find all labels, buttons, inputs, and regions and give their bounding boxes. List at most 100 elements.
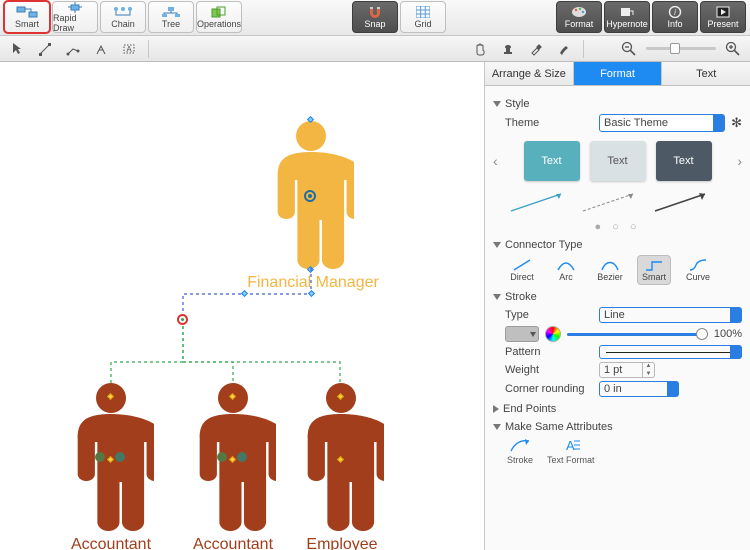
grid-icon	[416, 5, 430, 19]
mode-present-label: Present	[707, 19, 738, 29]
tab-format[interactable]: Format	[574, 62, 663, 85]
swatch-prev[interactable]: ‹	[493, 153, 498, 169]
connector-tool[interactable]	[62, 39, 84, 59]
mode-hypernote-label: Hypernote	[606, 19, 648, 29]
mode-rapid-draw[interactable]: Rapid Draw	[52, 1, 98, 33]
section-connector-type[interactable]: Connector Type	[493, 239, 742, 251]
theme-swatch-3[interactable]: Text	[656, 141, 712, 181]
brush-tool[interactable]	[553, 39, 575, 59]
tab-text[interactable]: Text	[662, 62, 750, 85]
mode-present[interactable]: Present	[700, 1, 746, 33]
stroke-weight-field[interactable]: 1 pt▲▼	[599, 362, 655, 378]
arrow-style-1[interactable]	[509, 191, 567, 213]
shape-employee[interactable]	[298, 382, 384, 532]
mode-chain[interactable]: Chain	[100, 1, 146, 33]
stroke-type-select[interactable]: Line	[599, 307, 742, 323]
mode-info[interactable]: i Info	[652, 1, 698, 33]
shape-accountant-1[interactable]	[68, 382, 154, 532]
zoom-out-button[interactable]	[618, 39, 640, 59]
present-icon	[716, 5, 730, 19]
zoom-slider[interactable]	[646, 47, 716, 50]
svg-text:A: A	[126, 45, 132, 54]
color-picker-icon[interactable]	[545, 326, 561, 342]
palette-icon	[571, 5, 587, 19]
label-employee: Employee	[292, 536, 392, 550]
drawing-canvas[interactable]: Financial Manager Accountant	[0, 62, 484, 550]
mode-toolbar: Smart Rapid Draw Chain Tree Operations S…	[0, 0, 750, 36]
mode-cluster-right: Format Hypernote i Info Present	[556, 1, 746, 33]
connector-curve[interactable]: Curve	[681, 255, 715, 285]
mode-cluster-center: Snap Grid	[352, 1, 446, 33]
shape-accountant-2[interactable]	[190, 382, 276, 532]
tree-icon	[160, 5, 182, 19]
mode-snap-label: Snap	[364, 19, 385, 29]
label-accountant-1: Accountant	[56, 536, 166, 550]
section-stroke[interactable]: Stroke	[493, 291, 742, 303]
mode-format[interactable]: Format	[556, 1, 602, 33]
section-end-points[interactable]: End Points	[493, 403, 742, 415]
hand-tool[interactable]	[469, 39, 491, 59]
theme-swatch-1[interactable]: Text	[524, 141, 580, 181]
mode-snap[interactable]: Snap	[352, 1, 398, 33]
theme-swatch-2[interactable]: Text	[590, 141, 646, 181]
section-make-same[interactable]: Make Same Attributes	[493, 421, 742, 433]
mode-tree[interactable]: Tree	[148, 1, 194, 33]
mode-tree-label: Tree	[162, 19, 180, 29]
magnet-icon	[367, 5, 383, 19]
mode-ops-label: Operations	[197, 19, 241, 29]
theme-label: Theme	[505, 117, 593, 129]
stroke-opacity-value: 100%	[714, 328, 742, 340]
pointer-tool[interactable]	[6, 39, 28, 59]
rounding-label: Corner rounding	[505, 383, 593, 395]
mode-grid-label: Grid	[414, 19, 431, 29]
connector-direct[interactable]: Direct	[505, 255, 539, 285]
junction-handle[interactable]	[177, 314, 188, 325]
mode-smart[interactable]: Smart	[4, 1, 50, 33]
info-icon: i	[668, 5, 682, 19]
tools-toolbar: A	[0, 36, 750, 62]
tab-arrange-size[interactable]: Arrange & Size	[485, 62, 574, 85]
mode-cluster-left: Smart Rapid Draw Chain Tree Operations	[4, 1, 242, 33]
stroke-color-well[interactable]	[505, 326, 539, 342]
eyedropper-tool[interactable]	[525, 39, 547, 59]
mode-chain-label: Chain	[111, 19, 135, 29]
section-style[interactable]: Style	[493, 98, 742, 110]
svg-text:A: A	[566, 438, 575, 453]
inspector-panel: Arrange & Size Format Text Style Theme B…	[484, 62, 750, 550]
swatch-pager[interactable]: ● ○ ○	[493, 221, 742, 233]
arrow-style-3[interactable]	[653, 191, 711, 213]
operations-icon	[211, 5, 227, 19]
line-tool[interactable]	[34, 39, 56, 59]
mode-format-label: Format	[565, 19, 594, 29]
chain-icon	[112, 5, 134, 19]
corner-rounding-field[interactable]: 0 in	[599, 381, 679, 397]
mode-hypernote[interactable]: Hypernote	[604, 1, 650, 33]
theme-select[interactable]: Basic Theme	[599, 114, 725, 132]
rapid-draw-icon	[64, 1, 86, 13]
gear-icon[interactable]: ✻	[731, 115, 742, 131]
mode-grid[interactable]: Grid	[400, 1, 446, 33]
arrow-style-2[interactable]	[581, 191, 639, 213]
mode-rapid-label: Rapid Draw	[53, 13, 97, 33]
inspector-tabs: Arrange & Size Format Text	[485, 62, 750, 86]
connector-arc[interactable]: Arc	[549, 255, 583, 285]
connector-smart[interactable]: Smart	[637, 255, 671, 285]
pattern-label: Pattern	[505, 346, 593, 358]
stroke-opacity-slider[interactable]	[567, 333, 708, 336]
mode-smart-label: Smart	[15, 19, 39, 29]
zoom-in-button[interactable]	[722, 39, 744, 59]
mode-operations[interactable]: Operations	[196, 1, 242, 33]
smart-connector-icon	[16, 5, 38, 19]
whisker-tool[interactable]	[90, 39, 112, 59]
text-tool[interactable]: A	[118, 39, 140, 59]
stamp-tool[interactable]	[497, 39, 519, 59]
label-accountant-2: Accountant	[178, 536, 288, 550]
swatch-next[interactable]: ›	[737, 153, 742, 169]
stroke-pattern-select[interactable]	[599, 345, 742, 359]
mode-info-label: Info	[667, 19, 682, 29]
hypernote-icon	[619, 5, 635, 19]
same-text-format-button[interactable]: A Text Format	[547, 437, 595, 465]
svg-text:i: i	[674, 8, 676, 17]
connector-bezier[interactable]: Bezier	[593, 255, 627, 285]
same-stroke-button[interactable]: Stroke	[507, 437, 533, 465]
